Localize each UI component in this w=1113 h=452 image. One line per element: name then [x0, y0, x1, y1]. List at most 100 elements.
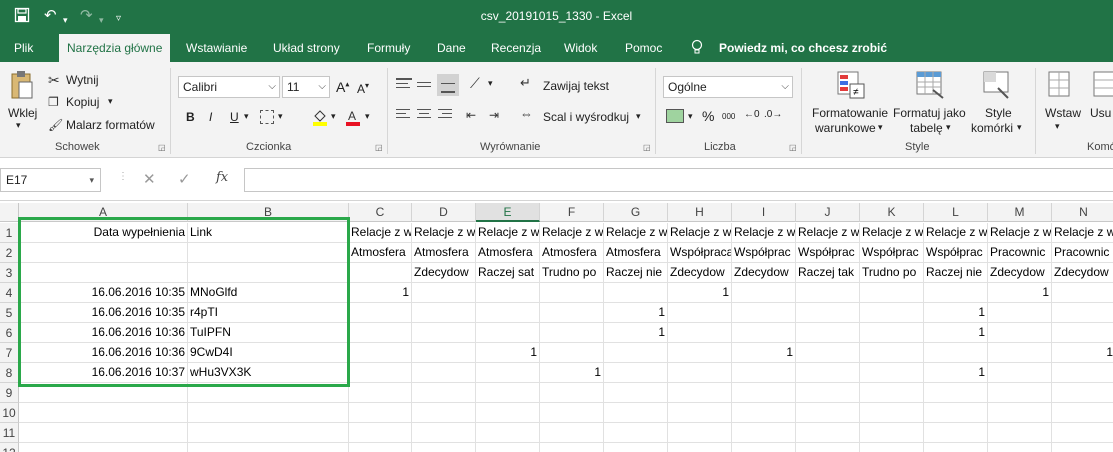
cell-b8[interactable]: wHu3VX3K — [188, 363, 349, 383]
tab-data[interactable]: Dane — [429, 34, 474, 62]
cell-g11[interactable] — [604, 423, 668, 443]
percent-button[interactable]: % — [702, 108, 714, 124]
cell-styles-button[interactable]: Style — [985, 106, 1012, 120]
comma-style-button[interactable]: 000 — [722, 112, 735, 121]
paste-icon[interactable] — [10, 70, 34, 102]
cell-d2[interactable]: Atmosfera — [412, 243, 476, 263]
clipboard-launcher-icon[interactable]: ◲ — [158, 143, 166, 152]
cell-f12[interactable] — [540, 443, 604, 452]
cell-k12[interactable] — [860, 443, 924, 452]
cell-d7[interactable] — [412, 343, 476, 363]
cell-m10[interactable] — [988, 403, 1052, 423]
cell-k10[interactable] — [860, 403, 924, 423]
merge-dropdown-icon[interactable]: ▾ — [636, 111, 641, 122]
cell-styles-icon[interactable] — [982, 70, 1012, 100]
currency-dropdown-icon[interactable]: ▾ — [688, 111, 693, 122]
cancel-icon[interactable]: ✕ — [143, 170, 156, 188]
borders-icon[interactable] — [260, 110, 274, 124]
cell-j4[interactable] — [796, 283, 860, 303]
cell-f8[interactable]: 1 — [540, 363, 604, 383]
paste-dropdown-icon[interactable]: ▾ — [16, 120, 21, 131]
currency-icon[interactable] — [666, 109, 684, 123]
column-header-i[interactable]: I — [732, 203, 796, 222]
cell-j1[interactable]: Relacje z w — [796, 223, 860, 243]
cell-l3[interactable]: Raczej nie — [924, 263, 988, 283]
cell-styles-dropdown-icon[interactable]: ▾ — [1017, 122, 1022, 133]
decrease-decimal-icon[interactable]: .0→ — [764, 109, 782, 120]
cell-n1[interactable]: Relacje z w — [1052, 223, 1113, 243]
select-all-corner[interactable] — [0, 203, 19, 222]
cell-f7[interactable] — [540, 343, 604, 363]
copy-dropdown-icon[interactable]: ▾ — [108, 96, 113, 107]
number-launcher-icon[interactable]: ◲ — [789, 143, 797, 152]
tab-view[interactable]: Widok — [556, 34, 605, 62]
cell-f10[interactable] — [540, 403, 604, 423]
cell-i1[interactable]: Relacje z w — [732, 223, 796, 243]
cell-h8[interactable] — [668, 363, 732, 383]
column-header-e[interactable]: E — [476, 203, 540, 222]
cell-h5[interactable] — [668, 303, 732, 323]
cell-n11[interactable] — [1052, 423, 1113, 443]
cell-h6[interactable] — [668, 323, 732, 343]
cell-d5[interactable] — [412, 303, 476, 323]
cell-n2[interactable]: Pracownic — [1052, 243, 1113, 263]
cell-l6[interactable]: 1 — [924, 323, 988, 343]
conditional-formatting-icon[interactable]: ≠ — [836, 70, 866, 100]
cell-d4[interactable] — [412, 283, 476, 303]
cell-e1[interactable]: Relacje z w — [476, 223, 540, 243]
cell-n12[interactable] — [1052, 443, 1113, 452]
cell-g6[interactable]: 1 — [604, 323, 668, 343]
cell-k7[interactable] — [860, 343, 924, 363]
cell-g3[interactable]: Raczej nie — [604, 263, 668, 283]
cell-h2[interactable]: Współpraca — [668, 243, 732, 263]
cell-e9[interactable] — [476, 383, 540, 403]
cell-n6[interactable] — [1052, 323, 1113, 343]
font-launcher-icon[interactable]: ◲ — [375, 143, 383, 152]
cell-m2[interactable]: Pracownic — [988, 243, 1052, 263]
cell-m12[interactable] — [988, 443, 1052, 452]
row-header-9[interactable]: 9 — [0, 383, 19, 403]
cell-c9[interactable] — [349, 383, 412, 403]
cell-b10[interactable] — [188, 403, 349, 423]
font-color-icon[interactable]: A — [345, 108, 361, 126]
cell-m11[interactable] — [988, 423, 1052, 443]
cell-n10[interactable] — [1052, 403, 1113, 423]
wrap-text-button[interactable]: Zawijaj tekst — [543, 79, 609, 93]
format-as-table-dropdown-icon[interactable]: ▾ — [946, 122, 951, 133]
cell-e3[interactable]: Raczej sat — [476, 263, 540, 283]
cell-a1[interactable]: Data wypełnienia — [19, 223, 188, 243]
cell-b12[interactable] — [188, 443, 349, 452]
cell-a7[interactable]: 16.06.2016 10:36 — [19, 343, 188, 363]
cell-l12[interactable] — [924, 443, 988, 452]
align-right-icon[interactable] — [438, 109, 454, 123]
cell-j9[interactable] — [796, 383, 860, 403]
decrease-indent-icon[interactable]: ⇤ — [466, 107, 476, 123]
delete-cells-button[interactable]: Usu — [1090, 106, 1111, 120]
grow-font-button[interactable]: A▴ — [336, 79, 349, 95]
enter-icon[interactable]: ✓ — [178, 170, 191, 188]
insert-cells-button[interactable]: Wstaw — [1045, 106, 1081, 120]
column-header-h[interactable]: H — [668, 203, 732, 222]
underline-button[interactable]: U — [230, 110, 239, 124]
increase-decimal-icon[interactable]: ←0 — [744, 109, 760, 120]
column-header-c[interactable]: C — [349, 203, 412, 222]
font-name-select[interactable]: Calibri ⌵ — [178, 76, 280, 98]
cell-h9[interactable] — [668, 383, 732, 403]
cell-n8[interactable] — [1052, 363, 1113, 383]
cell-f9[interactable] — [540, 383, 604, 403]
cell-m8[interactable] — [988, 363, 1052, 383]
tell-me-search[interactable]: Powiedz mi, co chcesz zrobić — [711, 34, 895, 62]
column-header-g[interactable]: G — [604, 203, 668, 222]
copy-icon[interactable]: ❐ — [48, 94, 59, 110]
increase-indent-icon[interactable]: ⇥ — [489, 107, 499, 123]
column-header-d[interactable]: D — [412, 203, 476, 222]
copy-button[interactable]: Kopiuj — [66, 95, 99, 109]
cell-d11[interactable] — [412, 423, 476, 443]
cell-j5[interactable] — [796, 303, 860, 323]
paintbrush-icon[interactable]: 🖌 — [48, 117, 63, 133]
fill-color-dropdown-icon[interactable]: ▾ — [331, 111, 336, 122]
row-header-11[interactable]: 11 — [0, 423, 19, 443]
cut-button[interactable]: Wytnij — [66, 73, 99, 87]
cell-l2[interactable]: Współprac — [924, 243, 988, 263]
bold-button[interactable]: B — [186, 110, 195, 124]
